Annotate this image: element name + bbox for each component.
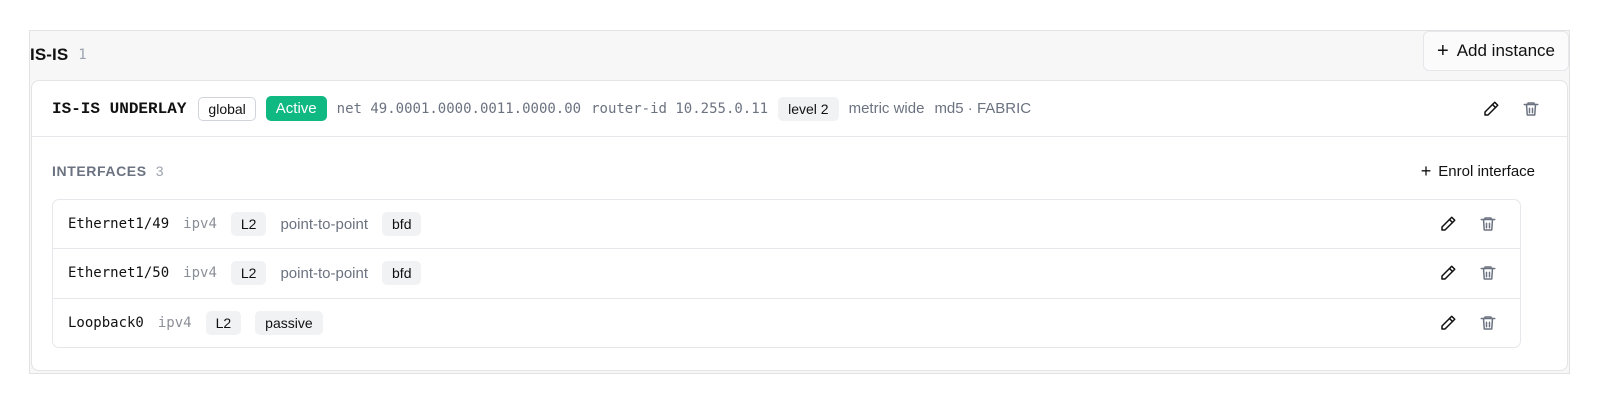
edit-interface-button[interactable]: [1438, 263, 1458, 283]
enrol-interface-label: Enrol interface: [1438, 162, 1535, 180]
delete-instance-button[interactable]: [1521, 99, 1541, 119]
interface-actions: [1438, 313, 1498, 333]
level-chip: level 2: [778, 96, 839, 121]
interface-actions: [1438, 214, 1498, 234]
interface-name: Ethernet1/50: [68, 265, 170, 282]
net-value: net 49.0001.0000.0011.0000.00: [336, 100, 582, 117]
pencil-icon: [1484, 101, 1499, 116]
level-chip: L2: [230, 261, 267, 286]
instance-actions: [1481, 99, 1541, 119]
network-type: point-to-point: [280, 264, 369, 282]
pencil-icon: [1441, 216, 1456, 231]
trash-icon: [1523, 101, 1539, 116]
delete-interface-button[interactable]: [1478, 263, 1498, 283]
address-family: ipv4: [157, 315, 192, 332]
metric-style: metric wide: [848, 100, 925, 117]
delete-interface-button[interactable]: [1478, 313, 1498, 333]
interfaces-title: INTERFACES: [52, 163, 147, 179]
level-chip: L2: [205, 311, 242, 336]
plus-icon: +: [1437, 40, 1449, 62]
interfaces-count: 3: [155, 163, 164, 179]
instance-name: IS-IS UNDERLAY: [52, 99, 187, 118]
address-family: ipv4: [183, 216, 217, 233]
instance-row: IS-IS UNDERLAY global Active net 49.0001…: [32, 81, 1567, 137]
plus-icon: +: [1420, 161, 1432, 181]
interface-row: Ethernet1/50 ipv4 L2 point-to-point bfd: [53, 249, 1520, 299]
address-family: ipv4: [183, 265, 217, 282]
level-chip: L2: [230, 212, 267, 237]
network-type: point-to-point: [280, 215, 369, 233]
router-id-value: router-id 10.255.0.11: [591, 100, 769, 117]
interface-name: Loopback0: [68, 315, 144, 332]
add-instance-button[interactable]: + Add instance: [1423, 31, 1569, 71]
enrol-interface-button[interactable]: + Enrol interface: [1421, 162, 1535, 180]
edit-interface-button[interactable]: [1438, 214, 1458, 234]
interface-name: Ethernet1/49: [68, 216, 170, 233]
flag-chip: bfd: [382, 212, 422, 237]
interfaces-table: Ethernet1/49 ipv4 L2 point-to-point bfd …: [52, 199, 1521, 348]
section-header: IS-IS 1 + Add instance: [30, 31, 1569, 79]
trash-icon: [1480, 217, 1496, 231]
interfaces-header: INTERFACES 3 + Enrol interface: [52, 159, 1535, 183]
section-title: IS-IS: [30, 45, 69, 64]
pencil-icon: [1441, 315, 1456, 330]
pencil-icon: [1441, 265, 1456, 281]
edit-instance-button[interactable]: [1481, 99, 1501, 119]
interface-row: Loopback0 ipv4 L2 passive: [53, 299, 1520, 347]
flag-chip: passive: [255, 311, 323, 336]
interface-actions: [1438, 263, 1498, 283]
section-count: 1: [78, 47, 87, 63]
flag-chip: bfd: [382, 261, 422, 286]
delete-interface-button[interactable]: [1478, 214, 1498, 234]
edit-interface-button[interactable]: [1438, 313, 1458, 333]
instance-card: IS-IS UNDERLAY global Active net 49.0001…: [31, 80, 1568, 371]
interface-row: Ethernet1/49 ipv4 L2 point-to-point bfd: [53, 200, 1520, 250]
add-instance-label: Add instance: [1456, 41, 1555, 60]
isis-section: IS-IS 1 + Add instance IS-IS UNDERLAY gl…: [29, 30, 1570, 374]
trash-icon: [1480, 316, 1496, 330]
trash-icon: [1480, 266, 1496, 281]
vrf-badge: global: [198, 96, 256, 121]
auth-info: md5 · FABRIC: [934, 100, 1032, 117]
status-badge: Active: [265, 96, 327, 121]
